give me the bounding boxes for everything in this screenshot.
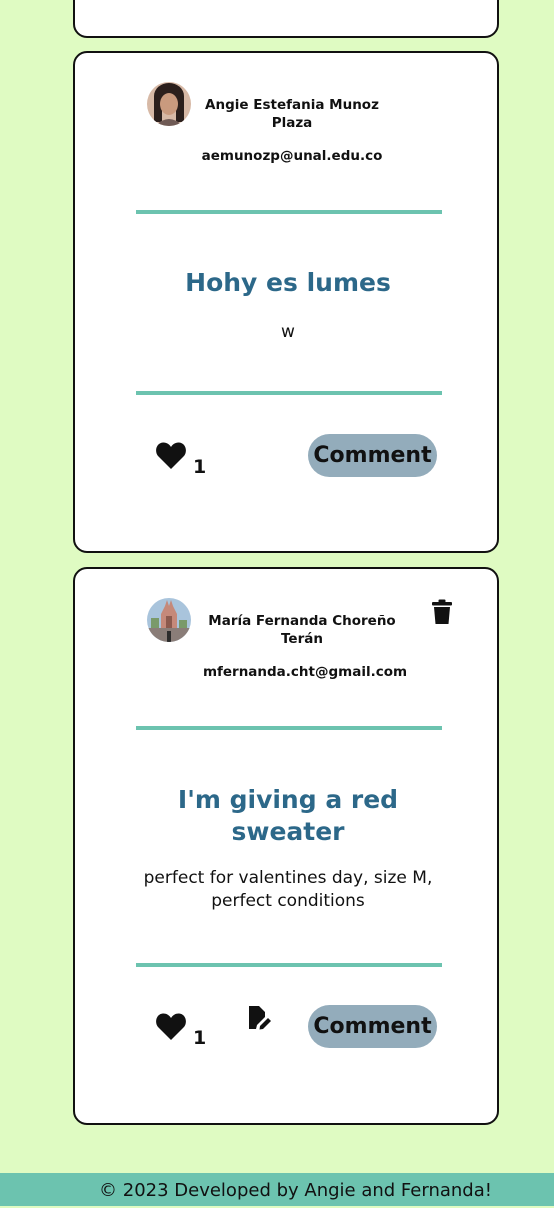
author-name: María Fernanda Choreño Terán xyxy=(208,613,396,647)
post-card: Angie Estefania Munoz Plaza aemunozp@una… xyxy=(73,51,499,553)
author-avatar xyxy=(147,82,191,126)
footer-text: © 2023 Developed by Angie and Fernanda! xyxy=(99,1180,492,1201)
trash-icon[interactable] xyxy=(430,599,454,625)
divider-bottom xyxy=(136,963,442,967)
post-title: Hohy es lumes xyxy=(185,268,391,297)
like-count: 1 xyxy=(193,456,207,478)
post-description: w xyxy=(281,322,295,342)
divider-top xyxy=(136,726,442,730)
author-name: Angie Estefania Munoz Plaza xyxy=(205,97,379,131)
divider-bottom xyxy=(136,391,442,395)
post-title: I'm giving a red sweater xyxy=(177,785,399,846)
author-email: aemunozp@unal.edu.co xyxy=(201,148,383,164)
divider-top xyxy=(136,210,442,214)
author-avatar xyxy=(147,598,191,642)
post-card-partial xyxy=(73,0,499,38)
post-card: María Fernanda Choreño Terán mfernanda.c… xyxy=(73,567,499,1125)
footer: © 2023 Developed by Angie and Fernanda! xyxy=(0,1173,554,1206)
file-edit-icon[interactable] xyxy=(247,1005,271,1031)
comment-button[interactable]: Comment xyxy=(308,434,437,477)
post-description: perfect for valentines day, size M, perf… xyxy=(143,868,433,911)
heart-icon[interactable] xyxy=(155,440,187,470)
heart-icon[interactable] xyxy=(155,1011,187,1041)
author-email: mfernanda.cht@gmail.com xyxy=(202,664,408,680)
like-count: 1 xyxy=(193,1027,207,1049)
comment-button[interactable]: Comment xyxy=(308,1005,437,1048)
